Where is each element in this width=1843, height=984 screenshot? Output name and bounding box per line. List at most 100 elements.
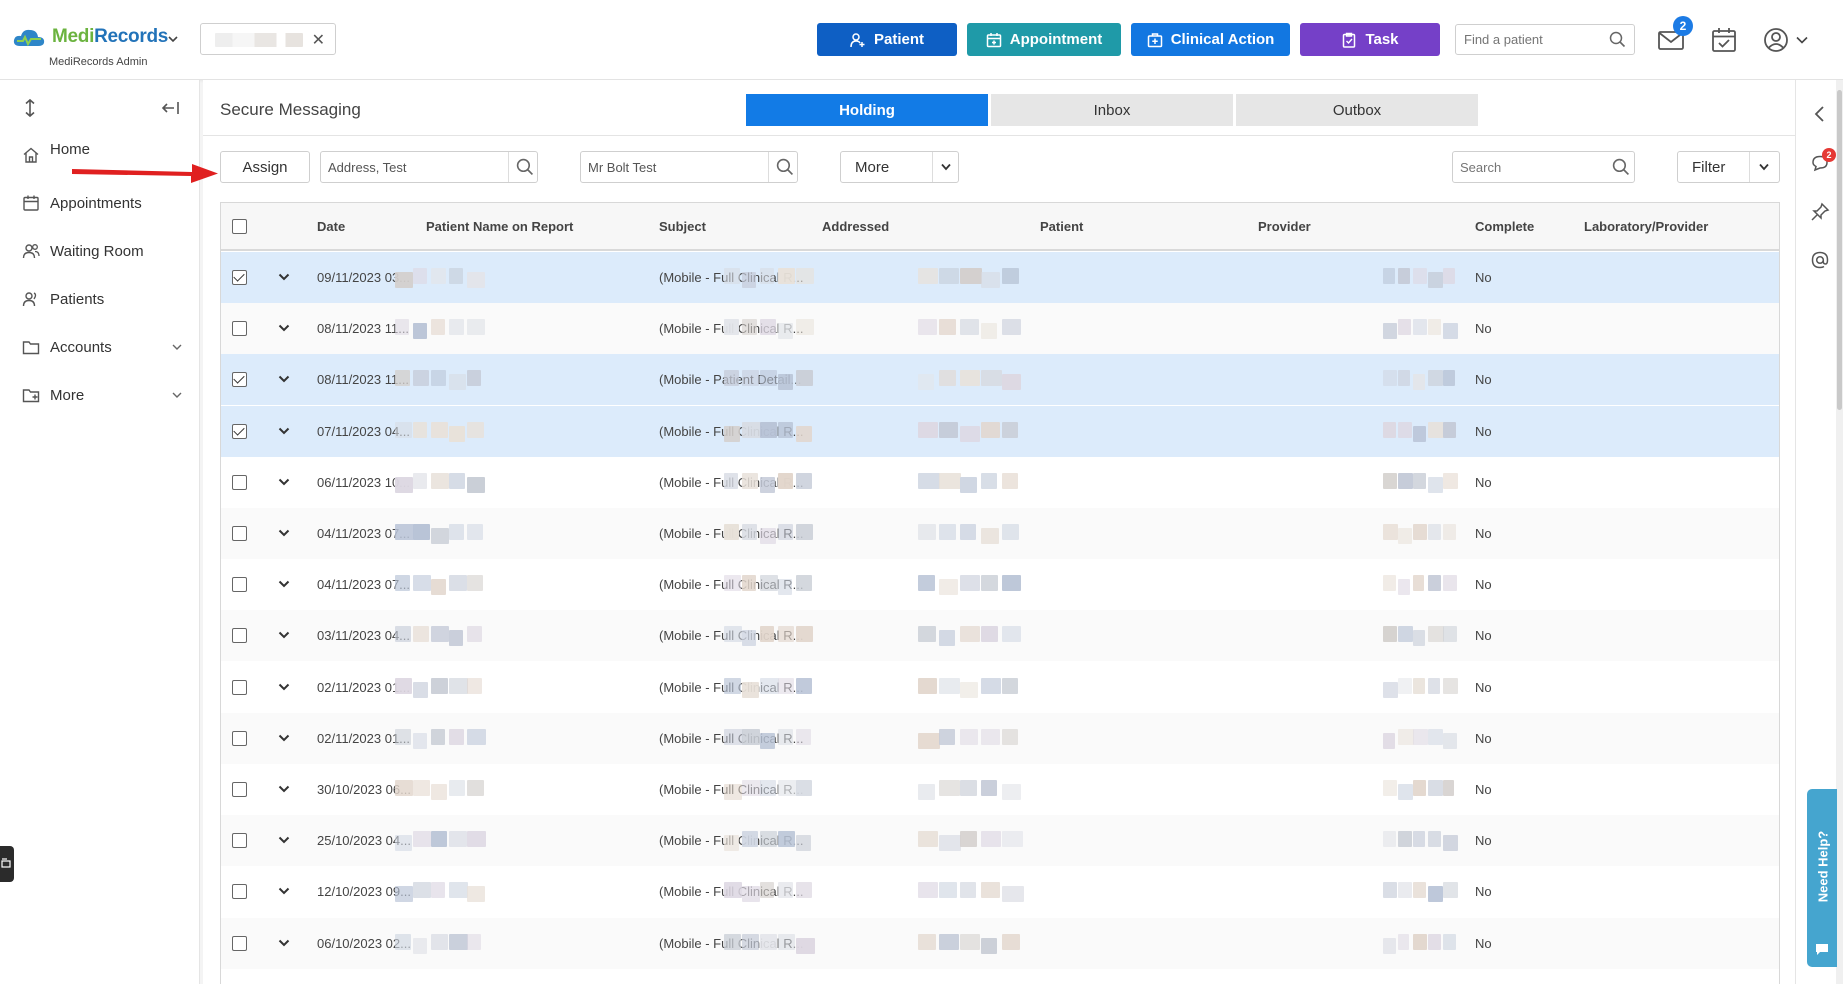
new-clinical-action-button[interactable]: Clinical Action (1131, 23, 1290, 56)
expand-row-chevron-icon[interactable] (278, 939, 290, 947)
search-icon[interactable] (1609, 31, 1626, 48)
assign-button[interactable]: Assign (220, 151, 310, 183)
chevron-down-icon[interactable] (1796, 35, 1808, 45)
new-task-button[interactable]: Task (1300, 23, 1440, 56)
sidebar-item-waiting-room[interactable]: Waiting Room (22, 236, 182, 266)
row-checkbox[interactable] (232, 833, 247, 849)
row-checkbox[interactable] (232, 782, 247, 797)
table-row[interactable]: 30/10/2023 06...(Mobile - Full Clinical … (221, 764, 1779, 815)
row-checkbox[interactable] (232, 423, 247, 439)
expand-row-chevron-icon[interactable] (278, 529, 290, 537)
collapse-sidebar-icon[interactable] (160, 100, 180, 116)
row-checkbox[interactable] (232, 577, 247, 593)
tab-holding[interactable]: Holding (746, 94, 988, 126)
sidebar-item-accounts[interactable]: Accounts (22, 332, 182, 362)
page-scrollbar[interactable] (1836, 80, 1843, 984)
table-row[interactable]: 02/11/2023 01...(Mobile - Full Clinical … (221, 662, 1779, 713)
mention-icon[interactable] (1810, 250, 1830, 270)
column-provider[interactable]: Provider (1258, 219, 1311, 234)
more-dropdown[interactable]: More (840, 151, 959, 183)
scrollbar-thumb[interactable] (1837, 90, 1842, 410)
row-checkbox[interactable] (232, 730, 247, 746)
select-all-checkbox[interactable] (232, 219, 247, 234)
expand-row-chevron-icon[interactable] (278, 427, 290, 435)
table-row[interactable]: 08/11/2023 11...(Mobile - Patient Detail… (221, 354, 1779, 406)
filter-dropdown[interactable]: Filter (1677, 151, 1780, 183)
expand-row-chevron-icon[interactable] (278, 324, 290, 332)
row-checkbox[interactable] (232, 270, 247, 285)
table-row[interactable]: 07/11/2023 04...(Mobile - Full Clinical … (221, 405, 1779, 457)
tab-inbox[interactable]: Inbox (991, 94, 1233, 126)
expand-row-chevron-icon[interactable] (278, 631, 290, 639)
expand-vertical-icon[interactable] (22, 98, 38, 118)
new-patient-button[interactable]: Patient (817, 23, 957, 56)
close-icon[interactable]: ✕ (312, 30, 325, 50)
patient-search[interactable] (580, 151, 798, 183)
chevron-down-icon[interactable] (1759, 163, 1769, 171)
address-search-input[interactable] (328, 160, 528, 175)
table-row[interactable]: 12/10/2023 09...(Mobile - Full Clinical … (221, 866, 1779, 917)
find-patient-input[interactable] (1464, 32, 1604, 47)
search-icon[interactable] (1612, 158, 1630, 176)
search-icon[interactable] (776, 158, 794, 176)
column-patient[interactable]: Patient (1040, 219, 1083, 234)
table-row[interactable]: 06/10/2023 02...(Mobile - Full Clinical … (221, 917, 1779, 969)
column-complete[interactable]: Complete (1475, 219, 1534, 234)
table-row[interactable]: 04/11/2023 07...(Mobile - Full Clinical … (221, 508, 1779, 559)
calendar-check-icon[interactable] (1710, 26, 1738, 54)
row-checkbox[interactable] (232, 679, 247, 695)
row-checkbox[interactable] (232, 526, 247, 541)
table-row[interactable]: 09/11/2023 03...(Mobile - Full Clinical … (221, 252, 1779, 303)
expand-row-chevron-icon[interactable] (278, 580, 290, 588)
expand-row-chevron-icon[interactable] (278, 273, 290, 281)
user-account-icon[interactable] (1762, 26, 1790, 54)
row-checkbox[interactable] (232, 321, 247, 337)
row-checkbox[interactable] (232, 935, 247, 951)
side-widget-tab[interactable] (0, 846, 14, 882)
tab-outbox[interactable]: Outbox (1236, 94, 1478, 126)
chevron-down-icon[interactable] (941, 163, 951, 171)
expand-row-chevron-icon[interactable] (278, 683, 290, 691)
expand-row-chevron-icon[interactable] (278, 887, 290, 895)
expand-row-chevron-icon[interactable] (278, 375, 290, 383)
expand-row-chevron-icon[interactable] (278, 734, 290, 742)
chevron-down-icon[interactable] (168, 34, 178, 44)
chevron-left-icon[interactable] (1810, 104, 1830, 124)
search-icon[interactable] (516, 158, 534, 176)
app-logo[interactable]: MediRecords (12, 26, 168, 48)
row-checkbox[interactable] (232, 372, 247, 388)
open-patient-tab[interactable]: ✕ (200, 23, 336, 55)
row-checkbox[interactable] (232, 628, 247, 644)
expand-row-chevron-icon[interactable] (278, 836, 290, 844)
column-laboratory-provider[interactable]: Laboratory/Provider (1584, 219, 1708, 234)
table-row[interactable]: 04/11/2023 07...(Mobile - Full Clinical … (221, 559, 1779, 610)
redacted-text (1383, 524, 1398, 540)
column-addressed[interactable]: Addressed (822, 219, 889, 234)
row-checkbox[interactable] (232, 474, 247, 490)
table-search-input[interactable] (1460, 160, 1600, 175)
address-search[interactable] (320, 151, 538, 183)
patient-search-input[interactable] (588, 160, 788, 175)
table-row[interactable]: 08/11/2023 11...(Mobile - Full Clinical … (221, 303, 1779, 355)
column-subject[interactable]: Subject (659, 219, 706, 234)
table-row[interactable]: 25/10/2023 04...(Mobile - Full Clinical … (221, 815, 1779, 867)
need-help-button[interactable]: Need Help? (1807, 789, 1837, 967)
find-patient-search[interactable] (1455, 24, 1635, 55)
table-search[interactable] (1452, 151, 1635, 183)
column-date[interactable]: Date (317, 219, 345, 234)
sidebar-item-appointments[interactable]: Appointments (22, 188, 182, 218)
table-row[interactable]: 02/11/2023 01...(Mobile - Full Clinical … (221, 712, 1779, 764)
expand-row-chevron-icon[interactable] (278, 478, 290, 486)
redacted-text (449, 374, 467, 391)
table-row[interactable]: 06/11/2023 10...(Mobile - Full Clinical … (221, 457, 1779, 508)
expand-row-chevron-icon[interactable] (278, 785, 290, 793)
row-checkbox[interactable] (232, 884, 247, 900)
new-appointment-button[interactable]: Appointment (967, 23, 1121, 56)
redacted-text (960, 476, 977, 493)
table-row[interactable]: 03/11/2023 04...(Mobile - Full Clinical … (221, 610, 1779, 662)
column-patient-name-on-report[interactable]: Patient Name on Report (426, 219, 573, 234)
sidebar-item-patients[interactable]: Patients (22, 284, 182, 314)
pin-icon[interactable] (1810, 202, 1830, 222)
sidebar-item-more[interactable]: More (22, 380, 182, 410)
redacted-text (796, 268, 814, 284)
